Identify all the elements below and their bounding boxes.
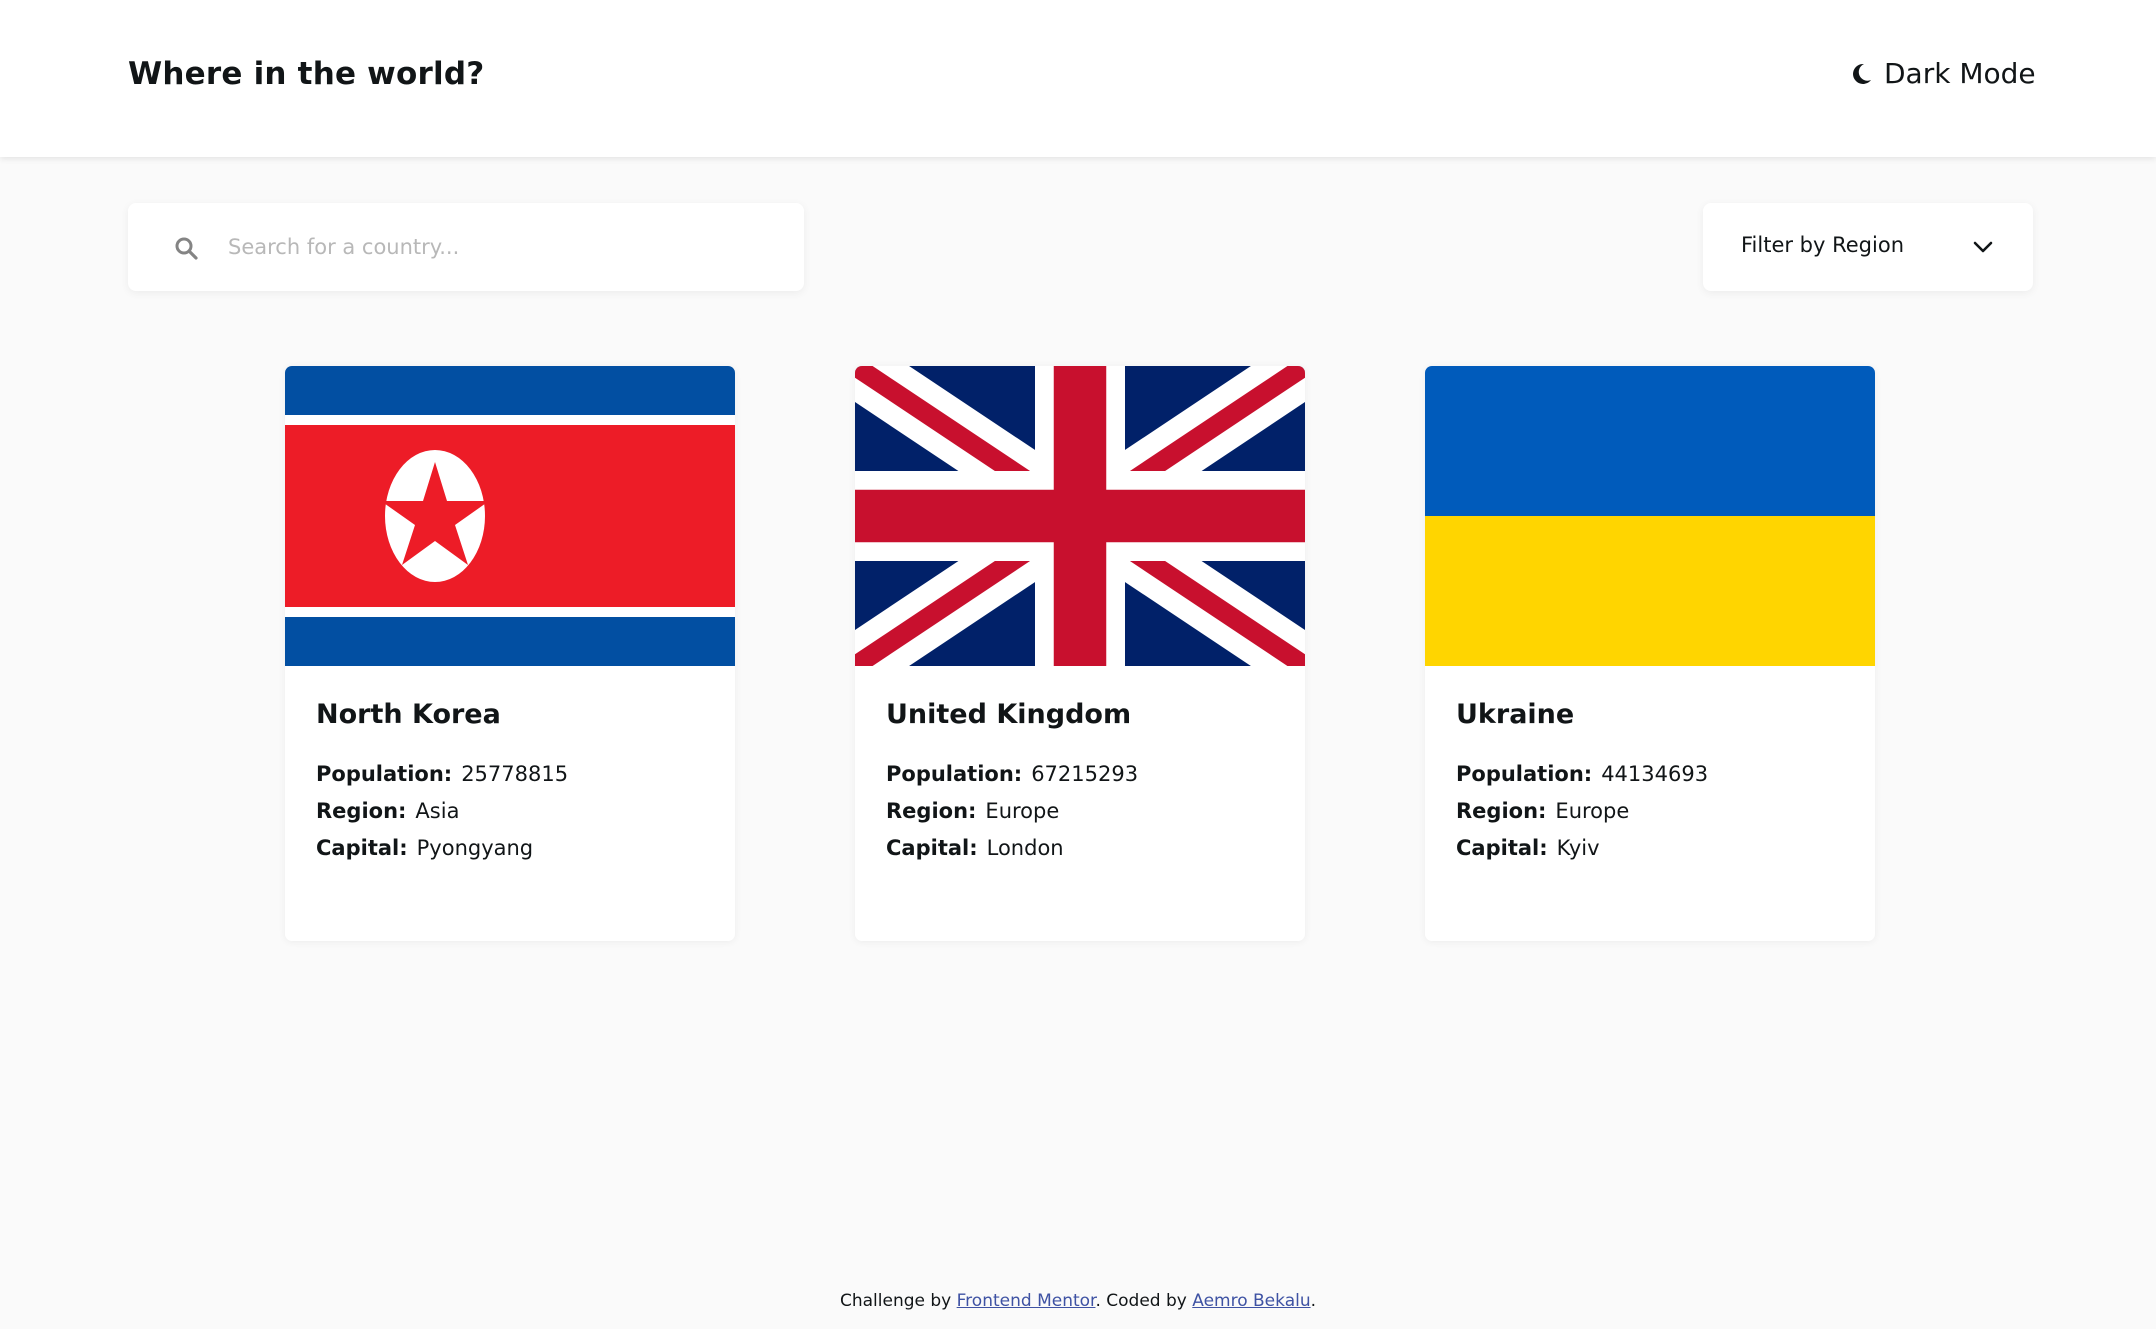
country-name: Ukraine: [1456, 699, 1575, 730]
capital-value: Pyongyang: [416, 836, 534, 860]
capital-label: Capital:: [886, 836, 978, 860]
population-value: 67215293: [1031, 762, 1139, 786]
population-label: Population:: [316, 762, 453, 786]
search-input[interactable]: [228, 223, 768, 271]
region-value: Europe: [985, 799, 1060, 823]
region-label: Region:: [1456, 799, 1547, 823]
country-name: North Korea: [316, 699, 501, 730]
population-row: Population: 25778815: [316, 762, 568, 786]
capital-row: Capital: Pyongyang: [316, 836, 533, 860]
region-row: Region: Asia: [316, 799, 459, 823]
region-filter-dropdown[interactable]: Filter by Region: [1703, 203, 2033, 291]
capital-value: Kyiv: [1556, 836, 1600, 860]
region-row: Region: Europe: [886, 799, 1059, 823]
footer-middle: . Coded by: [1095, 1291, 1193, 1311]
population-value: 25778815: [461, 762, 569, 786]
region-label: Region:: [316, 799, 407, 823]
search-icon: [175, 237, 198, 260]
region-row: Region: Europe: [1456, 799, 1629, 823]
chevron-down-icon: [1973, 241, 1993, 253]
ukraine-flag: [1425, 366, 1875, 666]
capital-label: Capital:: [316, 836, 408, 860]
country-card-united-kingdom[interactable]: United Kingdom Population: 67215293 Regio…: [855, 366, 1305, 941]
attribution-footer: Challenge by Frontend Mentor. Coded by A…: [0, 1291, 2156, 1311]
country-card-north-korea[interactable]: North Korea Population: 25778815 Region: A…: [285, 366, 735, 941]
united-kingdom-flag: [855, 366, 1305, 666]
capital-row: Capital: Kyiv: [1456, 836, 1600, 860]
population-row: Population: 44134693: [1456, 762, 1708, 786]
app-title: Where in the world?: [128, 56, 485, 92]
population-label: Population:: [1456, 762, 1593, 786]
country-name: United Kingdom: [886, 699, 1132, 730]
footer-prefix: Challenge by: [839, 1291, 957, 1311]
moon-icon: [1853, 63, 1871, 84]
region-value: Europe: [1555, 799, 1630, 823]
author-link[interactable]: Aemro Bekalu: [1192, 1291, 1310, 1311]
capital-value: London: [986, 836, 1064, 860]
country-card-ukraine[interactable]: Ukraine Population: 44134693 Region: Europ…: [1425, 366, 1875, 941]
region-label: Region:: [886, 799, 977, 823]
population-value: 44134693: [1601, 762, 1709, 786]
capital-label: Capital:: [1456, 836, 1548, 860]
dark-mode-toggle[interactable]: Dark Mode: [1852, 57, 2036, 90]
footer-suffix: .: [1310, 1291, 1317, 1311]
dark-mode-label: Dark Mode: [1884, 57, 2036, 90]
frontend-mentor-link[interactable]: Frontend Mentor: [957, 1291, 1096, 1311]
region-value: Asia: [415, 799, 460, 823]
population-row: Population: 67215293: [886, 762, 1138, 786]
capital-row: Capital: London: [886, 836, 1064, 860]
region-filter-label: Filter by Region: [1741, 233, 1905, 257]
population-label: Population:: [886, 762, 1023, 786]
search-box: [128, 203, 804, 291]
north-korea-flag: [285, 366, 735, 666]
site-header: Where in the world? Dark Mode: [0, 0, 2156, 157]
